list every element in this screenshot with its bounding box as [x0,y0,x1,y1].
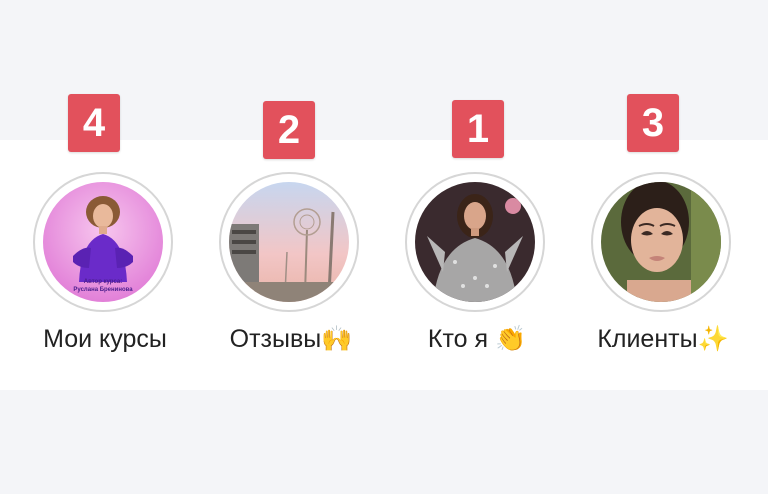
bottom-band [0,390,768,494]
badge-number: 2 [263,101,315,159]
avatar-clients-icon [601,182,721,302]
badge-number: 3 [627,94,679,152]
story-highlight-about[interactable]: Кто я 👏 [384,172,570,362]
story-ring[interactable] [591,172,731,312]
caption-line1: Автор курса: [84,279,122,285]
story-ring[interactable] [219,172,359,312]
avatar-courses-icon: Автор курса: Руслана Бренинова [43,182,163,302]
avatar-about-icon [415,182,535,302]
story-label: Кто я 👏 [427,325,527,353]
story-highlight-reviews[interactable]: Отзывы🙌 [198,172,384,362]
caption-line2: Руслана Бренинова [73,287,133,293]
story-highlight-clients[interactable]: Клиенты✨ [570,172,756,362]
story-label: Отзывы🙌 [229,325,353,353]
avatar-reviews-icon [229,182,349,302]
badge-number: 1 [452,100,504,158]
badge-number: 4 [68,94,120,152]
story-label: Клиенты✨ [597,325,729,353]
story-ring[interactable]: Автор курса: Руслана Бренинова [33,172,173,312]
story-label: Мои курсы [43,325,167,353]
story-ring[interactable] [405,172,545,312]
story-highlight-courses[interactable]: Автор курса: Руслана Бренинова Мои курсы [12,172,198,362]
